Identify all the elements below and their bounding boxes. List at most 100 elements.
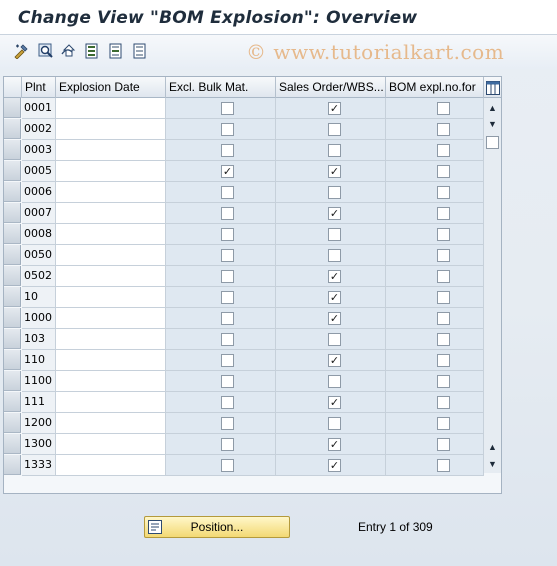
sales-order-wbs-checkbox[interactable] (328, 228, 341, 241)
explosion-date-input[interactable] (56, 329, 166, 350)
row-selector[interactable] (4, 308, 21, 328)
sales-order-wbs-checkbox[interactable]: ✓ (328, 165, 341, 178)
undo-icon[interactable] (60, 42, 78, 60)
column-header-bom-expl-no[interactable]: BOM expl.no.for (386, 77, 484, 98)
column-header-excl-bulk-mat[interactable]: Excl. Bulk Mat. (166, 77, 276, 98)
sales-order-wbs-checkbox[interactable]: ✓ (328, 291, 341, 304)
sales-order-wbs-checkbox[interactable] (328, 144, 341, 157)
sales-order-wbs-checkbox[interactable]: ✓ (328, 438, 341, 451)
sales-order-wbs-checkbox[interactable] (328, 249, 341, 262)
row-selector[interactable] (4, 350, 21, 370)
explosion-date-input[interactable] (56, 98, 166, 119)
select-all-rows-cell[interactable] (4, 77, 22, 98)
explosion-date-input[interactable] (56, 350, 166, 371)
sales-order-wbs-checkbox[interactable]: ✓ (328, 207, 341, 220)
bom-expl-no-checkbox[interactable] (437, 165, 450, 178)
sales-order-wbs-checkbox[interactable] (328, 333, 341, 346)
bom-expl-no-checkbox[interactable] (437, 333, 450, 346)
row-selector[interactable] (4, 245, 21, 265)
explosion-date-input[interactable] (56, 308, 166, 329)
row-selector[interactable] (4, 455, 21, 475)
excl-bulk-mat-checkbox[interactable] (221, 333, 234, 346)
excl-bulk-mat-checkbox[interactable] (221, 291, 234, 304)
sales-order-wbs-checkbox[interactable]: ✓ (328, 396, 341, 409)
sales-order-wbs-checkbox[interactable]: ✓ (328, 312, 341, 325)
explosion-date-input[interactable] (56, 392, 166, 413)
sales-order-wbs-checkbox[interactable] (328, 375, 341, 388)
row-selector[interactable] (4, 203, 21, 223)
scroll-down-bottom-icon[interactable]: ▼ (488, 460, 497, 469)
excl-bulk-mat-checkbox[interactable]: ✓ (221, 165, 234, 178)
excl-bulk-mat-checkbox[interactable] (221, 312, 234, 325)
scroll-up-icon[interactable]: ▲ (488, 104, 497, 113)
bom-expl-no-checkbox[interactable] (437, 396, 450, 409)
excl-bulk-mat-checkbox[interactable] (221, 207, 234, 220)
select-block-icon[interactable] (107, 42, 125, 60)
row-selector[interactable] (4, 182, 21, 202)
excl-bulk-mat-checkbox[interactable] (221, 123, 234, 136)
row-selector[interactable] (4, 98, 21, 118)
excl-bulk-mat-checkbox[interactable] (221, 144, 234, 157)
bom-expl-no-checkbox[interactable] (437, 123, 450, 136)
bom-expl-no-checkbox[interactable] (437, 207, 450, 220)
row-selector[interactable] (4, 413, 21, 433)
find-icon[interactable] (37, 42, 55, 60)
bom-expl-no-checkbox[interactable] (437, 417, 450, 430)
bom-expl-no-checkbox[interactable] (437, 375, 450, 388)
bom-expl-no-checkbox[interactable] (437, 438, 450, 451)
excl-bulk-mat-checkbox[interactable] (221, 396, 234, 409)
explosion-date-input[interactable] (56, 266, 166, 287)
select-all-icon[interactable] (83, 42, 101, 60)
row-selector[interactable] (4, 140, 21, 160)
explosion-date-input[interactable] (56, 371, 166, 392)
column-header-explosion-date[interactable]: Explosion Date (56, 77, 166, 98)
explosion-date-input[interactable] (56, 161, 166, 182)
row-selector[interactable] (4, 266, 21, 286)
column-header-plnt[interactable]: Plnt (22, 77, 56, 98)
bom-expl-no-checkbox[interactable] (437, 291, 450, 304)
sales-order-wbs-checkbox[interactable]: ✓ (328, 102, 341, 115)
position-button[interactable]: Position... (144, 516, 290, 538)
explosion-date-input[interactable] (56, 140, 166, 161)
bom-expl-no-checkbox[interactable] (437, 354, 450, 367)
deselect-all-icon[interactable] (131, 42, 149, 60)
excl-bulk-mat-checkbox[interactable] (221, 417, 234, 430)
explosion-date-input[interactable] (56, 182, 166, 203)
bom-expl-no-checkbox[interactable] (437, 186, 450, 199)
sales-order-wbs-checkbox[interactable]: ✓ (328, 354, 341, 367)
explosion-date-input[interactable] (56, 119, 166, 140)
bom-expl-no-checkbox[interactable] (437, 249, 450, 262)
scroll-thumb[interactable] (486, 136, 499, 149)
bom-expl-no-checkbox[interactable] (437, 312, 450, 325)
sales-order-wbs-checkbox[interactable]: ✓ (328, 270, 341, 283)
row-selector[interactable] (4, 119, 21, 139)
row-selector[interactable] (4, 161, 21, 181)
excl-bulk-mat-checkbox[interactable] (221, 228, 234, 241)
excl-bulk-mat-checkbox[interactable] (221, 354, 234, 367)
scroll-up-bottom-icon[interactable]: ▲ (488, 443, 497, 452)
vertical-scrollbar[interactable]: ▲ ▼ ▲ ▼ (484, 98, 501, 473)
sales-order-wbs-checkbox[interactable]: ✓ (328, 459, 341, 472)
row-selector[interactable] (4, 371, 21, 391)
explosion-date-input[interactable] (56, 413, 166, 434)
explosion-date-input[interactable] (56, 203, 166, 224)
sales-order-wbs-checkbox[interactable] (328, 186, 341, 199)
table-settings-icon[interactable] (484, 78, 501, 97)
bom-expl-no-checkbox[interactable] (437, 270, 450, 283)
excl-bulk-mat-checkbox[interactable] (221, 438, 234, 451)
column-header-sales-order-wbs[interactable]: Sales Order/WBS... (276, 77, 386, 98)
excl-bulk-mat-checkbox[interactable] (221, 375, 234, 388)
sales-order-wbs-checkbox[interactable] (328, 123, 341, 136)
excl-bulk-mat-checkbox[interactable] (221, 270, 234, 283)
row-selector[interactable] (4, 287, 21, 307)
bom-expl-no-checkbox[interactable] (437, 102, 450, 115)
row-selector[interactable] (4, 434, 21, 454)
excl-bulk-mat-checkbox[interactable] (221, 102, 234, 115)
row-selector[interactable] (4, 392, 21, 412)
bom-expl-no-checkbox[interactable] (437, 459, 450, 472)
excl-bulk-mat-checkbox[interactable] (221, 459, 234, 472)
row-selector[interactable] (4, 329, 21, 349)
sales-order-wbs-checkbox[interactable] (328, 417, 341, 430)
bom-expl-no-checkbox[interactable] (437, 144, 450, 157)
bom-expl-no-checkbox[interactable] (437, 228, 450, 241)
